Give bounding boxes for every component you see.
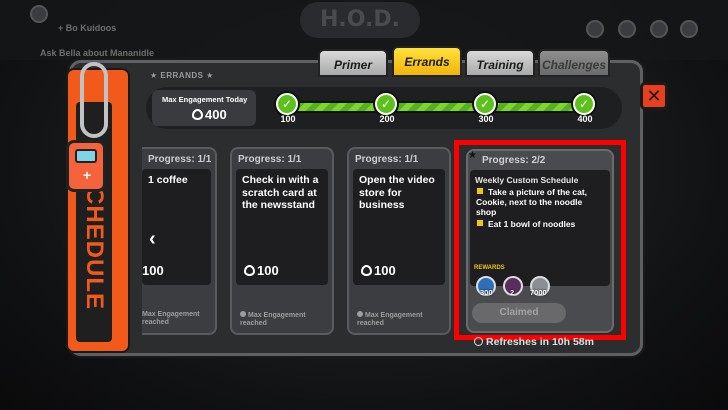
pager-icon: +	[66, 140, 106, 192]
engagement-box: Max Engagement Today 400	[152, 90, 256, 126]
highlight-frame	[454, 140, 626, 340]
card-reward-value: 100	[257, 263, 279, 278]
footer-dot-icon	[240, 311, 246, 317]
section-label: ★ ERRANDS ★	[150, 71, 214, 80]
fire-icon	[244, 265, 255, 276]
tab-errands[interactable]: Errands	[392, 46, 462, 77]
card-body: Check in with a scratch card at the news…	[236, 169, 328, 285]
milestone-check-icon: ✓	[573, 93, 595, 115]
clock-icon	[474, 337, 483, 346]
card-footer-text: Max Engagement reached	[240, 312, 306, 327]
engagement-label: Max Engagement Today	[162, 95, 248, 104]
card-body: 1 coffee 100	[142, 169, 211, 285]
hud-icon-3[interactable]	[650, 20, 668, 38]
tab-challenges[interactable]: Challenges	[538, 49, 610, 77]
card-reward: 100	[142, 263, 164, 278]
hud-icon-1[interactable]	[586, 20, 604, 38]
hud-line-1: + Bo Kuidoos	[58, 23, 117, 33]
engagement-value-wrap: 400	[192, 107, 227, 122]
card-body: Open the video store for business 100	[353, 169, 445, 285]
refresh-text: Refreshes in 10h 58m	[486, 336, 594, 348]
fire-icon	[192, 109, 203, 120]
card-task: 1 coffee	[148, 174, 188, 186]
hud-icon-4[interactable]	[680, 20, 698, 38]
card-task: Check in with a scratch card at the news…	[242, 174, 319, 211]
milestone-check-icon: ✓	[474, 93, 496, 115]
card-footer-text: Max Engagement reached	[357, 312, 423, 327]
card-progress: Progress: 1/1	[238, 154, 301, 165]
card-reward: 100	[361, 263, 396, 278]
milestone-check-icon: ✓	[276, 93, 298, 115]
card-task: Open the video store for business	[359, 174, 435, 211]
card-progress-text: Progress: 1/1	[355, 154, 419, 165]
milestone-label: 200	[379, 114, 395, 124]
milestone-label: 100	[280, 114, 296, 124]
card-progress-text: Progress: 1/1	[238, 154, 302, 165]
engagement-progress-track	[286, 101, 586, 113]
card-reward-value: 100	[374, 263, 396, 278]
card-reward: 100	[244, 263, 279, 278]
pager-screen	[75, 149, 97, 163]
keyring-clip	[80, 62, 108, 138]
card-footer: Max Engagement reached	[357, 311, 437, 328]
close-button[interactable]: ✕	[640, 82, 668, 110]
hud-menu-icon[interactable]	[30, 5, 48, 23]
hud-icon-2[interactable]	[618, 20, 636, 38]
errand-card[interactable]: Progress: 1/1 Check in with a scratch ca…	[230, 147, 334, 335]
fire-icon	[361, 265, 372, 276]
game-logo: H.O.D.	[300, 2, 420, 38]
pager-dpad: +	[83, 167, 92, 183]
refresh-timer: Refreshes in 10h 58m	[474, 336, 594, 348]
engagement-value: 400	[205, 107, 227, 122]
footer-dot-icon	[357, 311, 363, 317]
card-progress: Progress: 1/1	[148, 154, 212, 165]
card-footer: Max Engagement reached	[240, 311, 320, 328]
hud-line-2: Ask Bella about Mananidle	[40, 48, 155, 58]
milestone-check-icon: ✓	[375, 93, 397, 115]
errand-card[interactable]: Progress: 1/1 Open the video store for b…	[347, 147, 451, 335]
card-footer: Max Engagement reached	[142, 311, 200, 326]
card-progress: Progress: 1/1	[355, 154, 418, 165]
scroll-left-icon[interactable]: ‹	[149, 228, 156, 251]
engagement-bar: Max Engagement Today 400 ✓ 100 ✓ 200 ✓ 3…	[146, 87, 622, 129]
milestone-label: 300	[478, 114, 494, 124]
tab-training[interactable]: Training	[465, 49, 535, 77]
milestone-label: 400	[577, 114, 593, 124]
card-reward-value: 100	[142, 263, 164, 278]
tab-primer[interactable]: Primer	[318, 49, 388, 77]
